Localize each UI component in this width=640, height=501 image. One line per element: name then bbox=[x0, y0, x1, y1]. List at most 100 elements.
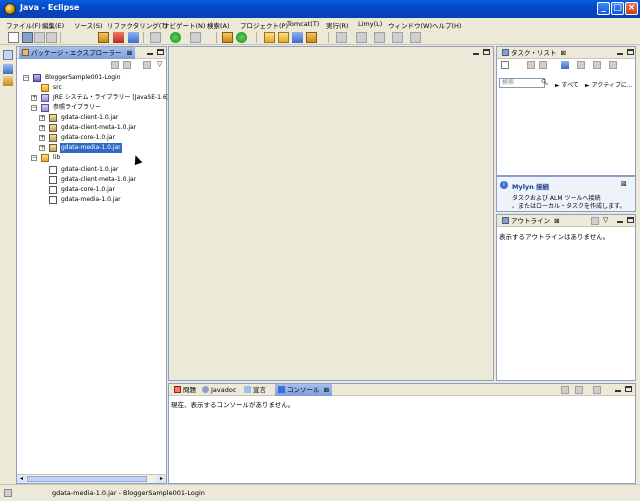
view-menu-icon[interactable] bbox=[591, 217, 599, 225]
menu-file[interactable]: ファイル(F) bbox=[6, 20, 41, 30]
tab-declaration[interactable]: 宣言 bbox=[241, 384, 269, 396]
expander-plus-icon[interactable]: + bbox=[39, 135, 45, 141]
expander-plus-icon[interactable]: + bbox=[39, 115, 45, 121]
expander-minus-icon[interactable]: − bbox=[31, 105, 37, 111]
outline-header: アウトライン ⊠ ▽ bbox=[497, 215, 635, 227]
java-project-icon bbox=[33, 74, 41, 82]
expander-plus-icon[interactable]: + bbox=[31, 95, 37, 101]
tab-task-list[interactable]: タスク・リスト ⊠ bbox=[499, 47, 569, 59]
next-annotation-icon[interactable] bbox=[336, 32, 347, 43]
tab-console[interactable]: コンソール ⊠ bbox=[275, 384, 333, 396]
previous-annotation-icon[interactable] bbox=[356, 32, 367, 43]
expander-minus-icon[interactable]: − bbox=[31, 155, 37, 161]
close-tab-icon[interactable]: ⊠ bbox=[554, 217, 559, 225]
open-resource-icon[interactable] bbox=[278, 32, 289, 43]
scroll-thumb[interactable] bbox=[27, 476, 147, 482]
collapse-all-icon[interactable] bbox=[111, 61, 119, 69]
last-edit-icon[interactable] bbox=[374, 32, 385, 43]
menu-tomcat[interactable]: Tomcat(T) bbox=[287, 20, 319, 28]
forward-arrow-icon[interactable] bbox=[410, 32, 421, 43]
focus-icon[interactable] bbox=[539, 61, 547, 69]
minimize-view-button[interactable] bbox=[615, 386, 621, 392]
open-console-icon[interactable] bbox=[593, 386, 601, 394]
close-tab-icon[interactable]: ⊠ bbox=[324, 386, 329, 394]
tab-package-explorer[interactable]: パッケージ・エクスプローラー ⊠ bbox=[19, 47, 136, 59]
new-task-icon[interactable] bbox=[501, 61, 509, 69]
build-icon[interactable] bbox=[98, 32, 109, 43]
navigator-view-icon[interactable] bbox=[3, 76, 13, 86]
maximize-view-button[interactable] bbox=[627, 217, 634, 223]
save-icon[interactable] bbox=[22, 32, 33, 43]
print-icon[interactable] bbox=[46, 32, 57, 43]
view-menu-icon[interactable] bbox=[609, 61, 617, 69]
collapse-all-icon[interactable] bbox=[593, 61, 601, 69]
search-icon[interactable] bbox=[292, 32, 303, 43]
pin-console-icon[interactable] bbox=[575, 386, 583, 394]
open-type-icon[interactable] bbox=[264, 32, 275, 43]
close-icon[interactable]: ⊠ bbox=[621, 180, 627, 188]
save-all-icon[interactable] bbox=[34, 32, 45, 43]
minimize-view-button[interactable] bbox=[617, 49, 623, 55]
deploy-icon[interactable] bbox=[128, 32, 139, 43]
filter-all-link[interactable]: ► すべて bbox=[555, 80, 579, 89]
categorize-icon[interactable] bbox=[527, 61, 535, 69]
close-button[interactable]: × bbox=[625, 2, 638, 15]
eclipse-app-icon[interactable] bbox=[4, 3, 16, 15]
jar-file-icon bbox=[49, 176, 57, 184]
back-arrow-icon[interactable] bbox=[392, 32, 403, 43]
task-search-input[interactable]: 検索 bbox=[499, 78, 545, 88]
expander-minus-icon[interactable]: − bbox=[23, 75, 29, 81]
menu-source[interactable]: ソース(S) bbox=[74, 20, 102, 30]
scroll-left-arrow-icon[interactable]: ◂ bbox=[17, 475, 26, 483]
minimize-button[interactable]: _ bbox=[597, 2, 610, 15]
chevron-down-icon[interactable]: ▽ bbox=[157, 60, 162, 68]
maximize-view-button[interactable] bbox=[627, 49, 634, 55]
fast-view-icon[interactable] bbox=[4, 489, 12, 497]
view-menu-icon[interactable] bbox=[143, 61, 151, 69]
debug-icon[interactable] bbox=[150, 32, 161, 43]
scroll-right-arrow-icon[interactable]: ▸ bbox=[157, 475, 166, 483]
synchronize-icon[interactable] bbox=[561, 61, 569, 69]
maximize-editor-button[interactable] bbox=[483, 49, 490, 55]
new-class-icon[interactable] bbox=[236, 32, 247, 43]
menu-project[interactable]: プロジェクト(P) bbox=[240, 20, 288, 30]
run-icon[interactable] bbox=[170, 32, 181, 43]
toolbar-separator bbox=[143, 32, 144, 43]
expander-plus-icon[interactable]: + bbox=[39, 145, 45, 151]
link-with-editor-icon[interactable] bbox=[123, 61, 131, 69]
search-dropdown-icon[interactable]: 🔍︎ bbox=[541, 79, 549, 86]
mylyn-create-local-task-link[interactable]: 、またはローカル・タスクを作成します。 bbox=[512, 201, 625, 210]
external-tools-icon[interactable] bbox=[190, 32, 201, 43]
maximize-view-button[interactable] bbox=[157, 49, 164, 55]
menu-limy[interactable]: Limy(L) bbox=[358, 20, 382, 28]
menu-help[interactable]: ヘルプ(H) bbox=[432, 20, 461, 30]
minimize-view-button[interactable] bbox=[617, 217, 623, 223]
menu-refactor[interactable]: リファクタリング(T) bbox=[107, 20, 168, 30]
hide-completed-icon[interactable] bbox=[577, 61, 585, 69]
package-explorer-view-icon[interactable] bbox=[3, 50, 13, 60]
minimize-view-button[interactable] bbox=[147, 49, 153, 55]
close-tab-icon[interactable]: ⊠ bbox=[127, 49, 132, 57]
menu-navigate[interactable]: ナビゲート(N) bbox=[163, 20, 205, 30]
hierarchy-view-icon[interactable] bbox=[3, 64, 13, 74]
new-java-project-icon[interactable] bbox=[222, 32, 233, 43]
chevron-down-icon[interactable]: ▽ bbox=[603, 216, 608, 224]
maximize-view-button[interactable] bbox=[625, 386, 632, 392]
new-icon[interactable] bbox=[8, 32, 19, 43]
pencil-icon[interactable] bbox=[306, 32, 317, 43]
maximize-button[interactable]: □ bbox=[611, 2, 624, 15]
close-tab-icon[interactable]: ⊠ bbox=[560, 49, 565, 57]
filter-active-link[interactable]: ► アクティブに... bbox=[585, 80, 633, 89]
minimize-editor-button[interactable] bbox=[473, 49, 479, 55]
clean-icon[interactable] bbox=[113, 32, 124, 43]
menu-run[interactable]: 実行(R) bbox=[326, 20, 349, 30]
tab-outline[interactable]: アウトライン ⊠ bbox=[499, 215, 563, 227]
menu-search[interactable]: 検索(A) bbox=[207, 20, 230, 30]
tab-problems[interactable]: 問題 bbox=[171, 384, 199, 396]
horizontal-scrollbar[interactable]: ◂ ▸ bbox=[17, 474, 166, 483]
menu-edit[interactable]: 編集(E) bbox=[42, 20, 64, 30]
tab-javadoc[interactable]: Javadoc bbox=[199, 384, 239, 396]
menu-window[interactable]: ウィンドウ(W) bbox=[388, 20, 432, 30]
expander-plus-icon[interactable]: + bbox=[39, 125, 45, 131]
display-console-icon[interactable] bbox=[561, 386, 569, 394]
